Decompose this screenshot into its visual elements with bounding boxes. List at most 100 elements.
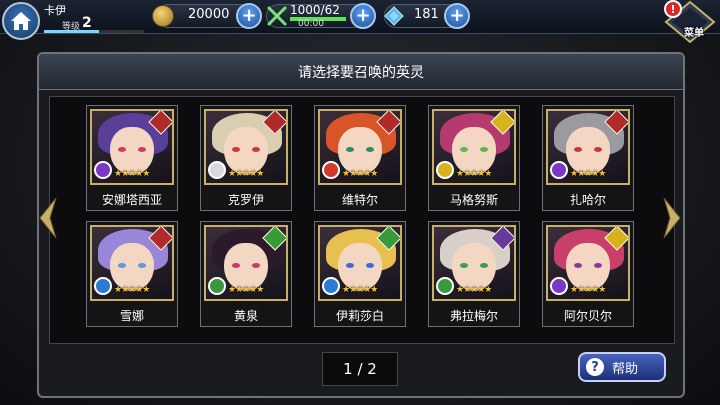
gold-coin-icon xyxy=(152,5,174,27)
rarity-stars: ★★★★★ xyxy=(570,285,606,295)
page-indicator: 1 / 2 xyxy=(322,352,398,386)
element-badge-icon xyxy=(436,277,454,295)
hero-face xyxy=(338,243,382,291)
hero-eye xyxy=(118,147,126,152)
hero-face xyxy=(452,127,496,175)
rarity-stars: ★★★★★ xyxy=(228,169,264,179)
add-gold-button[interactable]: + xyxy=(236,3,262,29)
crystal-gem-icon xyxy=(384,6,404,26)
question-icon: ? xyxy=(586,358,604,376)
player-level: 2 xyxy=(82,15,92,31)
hero-eye xyxy=(252,263,260,268)
hero-portrait: ★★★★★ xyxy=(432,109,516,185)
hero-face xyxy=(452,243,496,291)
hero-card[interactable]: ★★★★★ 安娜塔西亚 xyxy=(86,105,178,211)
hero-face xyxy=(224,243,268,291)
element-badge-icon xyxy=(550,161,568,179)
hero-face xyxy=(110,243,154,291)
rarity-stars: ★★★★★ xyxy=(228,285,264,295)
stamina-timer: 00:00 xyxy=(298,19,324,29)
hero-card[interactable]: ★★★★★ 伊莉莎白 xyxy=(314,221,406,327)
hero-portrait: ★★★★★ xyxy=(432,225,516,301)
hero-eye xyxy=(346,147,354,152)
next-page-arrow-icon[interactable] xyxy=(662,196,682,240)
hero-eye xyxy=(594,147,602,152)
hero-eye xyxy=(232,147,240,152)
rarity-stars: ★★★★★ xyxy=(114,285,150,295)
hero-eye xyxy=(232,263,240,268)
element-badge-icon xyxy=(322,277,340,295)
hero-portrait: ★★★★★ xyxy=(546,225,630,301)
rarity-stars: ★★★★★ xyxy=(342,285,378,295)
hero-portrait: ★★★★★ xyxy=(318,225,402,301)
hero-grid: ★★★★★ 安娜塔西亚 ★★★★★ 克罗伊 ★★★★★ 维特尔 ★★★★★ 马格努斯 ★★★★★… xyxy=(49,96,675,344)
hero-card[interactable]: ★★★★★ 雪娜 xyxy=(86,221,178,327)
help-button[interactable]: ? 帮助 xyxy=(578,352,666,382)
panel-title: 请选择要召唤的英灵 xyxy=(39,54,683,90)
hero-name: 马格努斯 xyxy=(449,193,498,207)
rarity-stars: ★★★★★ xyxy=(456,169,492,179)
rarity-stars: ★★★★★ xyxy=(114,169,150,179)
hero-card[interactable]: ★★★★★ 扎哈尔 xyxy=(542,105,634,211)
hero-name: 安娜塔西亚 xyxy=(101,193,162,207)
summon-selection-panel: 请选择要召唤的英灵 ★★★★★ 安娜塔西亚 ★★★★★ 克罗伊 ★★★★★ 维特尔 ★★★★… xyxy=(37,52,685,398)
hero-name: 伊莉莎白 xyxy=(335,309,384,323)
hero-eye xyxy=(138,147,146,152)
player-name: 卡伊 xyxy=(44,4,66,17)
element-badge-icon xyxy=(436,161,454,179)
rarity-stars: ★★★★★ xyxy=(570,169,606,179)
hero-eye xyxy=(366,147,374,152)
hero-eye xyxy=(574,147,582,152)
hero-name: 阿尔贝尔 xyxy=(563,309,612,323)
hero-eye xyxy=(594,263,602,268)
plus-icon: + xyxy=(241,5,257,26)
hero-portrait: ★★★★★ xyxy=(546,109,630,185)
hero-eye xyxy=(460,147,468,152)
hero-portrait: ★★★★★ xyxy=(90,225,174,301)
hero-face xyxy=(338,127,382,175)
plus-icon: + xyxy=(355,5,371,26)
hero-name: 扎哈尔 xyxy=(569,193,606,207)
hero-eye xyxy=(480,147,488,152)
hero-portrait: ★★★★★ xyxy=(204,225,288,301)
hero-name: 弗拉梅尔 xyxy=(449,309,498,323)
hero-eye xyxy=(346,263,354,268)
hero-card[interactable]: ★★★★★ 克罗伊 xyxy=(200,105,292,211)
gem-value: 181 xyxy=(414,7,439,22)
help-label: 帮助 xyxy=(612,361,639,377)
hero-eye xyxy=(480,263,488,268)
hero-card[interactable]: ★★★★★ 马格努斯 xyxy=(428,105,520,211)
hero-portrait: ★★★★★ xyxy=(90,109,174,185)
hero-name: 克罗伊 xyxy=(227,193,264,207)
crossed-swords-icon xyxy=(267,6,287,26)
top-bar: 卡伊 等级 2 20000 + 1000/62 00:00 + 181 + xyxy=(0,0,720,40)
hero-eye xyxy=(138,263,146,268)
stamina-value: 1000/62 xyxy=(290,3,340,17)
experience-bar xyxy=(44,30,144,33)
plus-icon: + xyxy=(449,5,465,26)
hero-card[interactable]: ★★★★★ 维特尔 xyxy=(314,105,406,211)
element-badge-icon xyxy=(208,277,226,295)
home-icon xyxy=(11,12,31,30)
element-badge-icon xyxy=(94,277,112,295)
home-button[interactable] xyxy=(2,2,40,40)
element-badge-icon xyxy=(208,161,226,179)
alert-badge: ! xyxy=(664,0,682,18)
hero-face xyxy=(566,243,610,291)
previous-page-arrow-icon[interactable] xyxy=(38,196,58,240)
hero-name: 黄泉 xyxy=(233,309,258,323)
add-gem-button[interactable]: + xyxy=(444,3,470,29)
hero-portrait: ★★★★★ xyxy=(318,109,402,185)
add-stamina-button[interactable]: + xyxy=(350,3,376,29)
hero-face xyxy=(224,127,268,175)
hero-eye xyxy=(118,263,126,268)
hero-card[interactable]: ★★★★★ 阿尔贝尔 xyxy=(542,221,634,327)
hero-face xyxy=(566,127,610,175)
gold-value: 20000 xyxy=(188,7,230,22)
hero-eye xyxy=(460,263,468,268)
hero-eye xyxy=(252,147,260,152)
hero-card[interactable]: ★★★★★ 弗拉梅尔 xyxy=(428,221,520,327)
hero-eye xyxy=(574,263,582,268)
hero-face xyxy=(110,127,154,175)
hero-card[interactable]: ★★★★★ 黄泉 xyxy=(200,221,292,327)
